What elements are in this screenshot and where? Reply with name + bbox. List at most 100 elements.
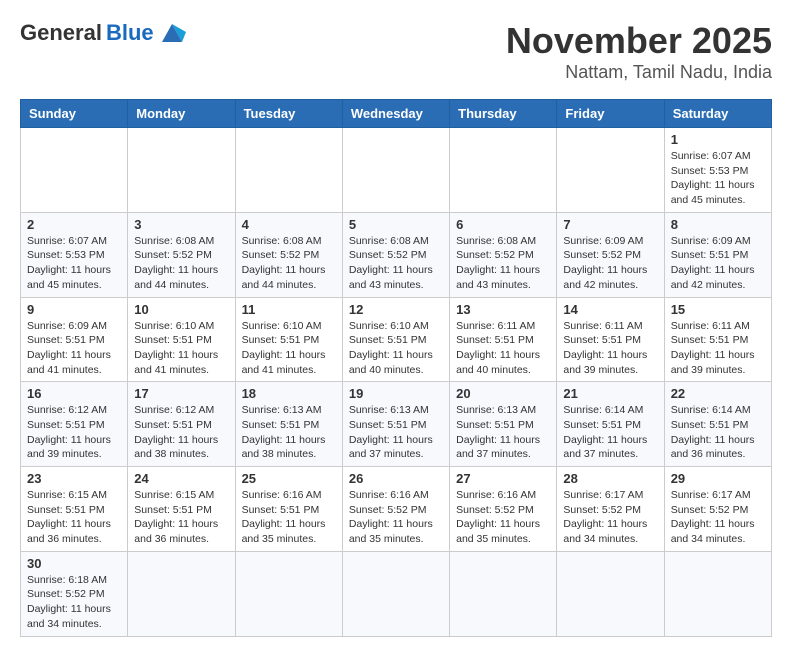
- calendar-cell: [450, 128, 557, 213]
- day-number: 13: [456, 302, 550, 317]
- calendar-cell: [557, 128, 664, 213]
- day-info: Sunrise: 6:07 AM Sunset: 5:53 PM Dayligh…: [671, 149, 765, 208]
- day-number: 4: [242, 217, 336, 232]
- calendar-cell: 21 Sunrise: 6:14 AM Sunset: 5:51 PM Dayli…: [557, 382, 664, 467]
- day-info: Sunrise: 6:12 AM Sunset: 5:51 PM Dayligh…: [27, 403, 121, 462]
- calendar-cell: 26 Sunrise: 6:16 AM Sunset: 5:52 PM Dayli…: [342, 467, 449, 552]
- calendar-cell: 7Sunrise: 6:09 AM Sunset: 5:52 PM Daylig…: [557, 212, 664, 297]
- weekday-header-wednesday: Wednesday: [342, 100, 449, 128]
- weekday-header-tuesday: Tuesday: [235, 100, 342, 128]
- weekday-header-row: SundayMondayTuesdayWednesdayThursdayFrid…: [21, 100, 772, 128]
- weekday-header-saturday: Saturday: [664, 100, 771, 128]
- calendar-cell: 15 Sunrise: 6:11 AM Sunset: 5:51 PM Dayli…: [664, 297, 771, 382]
- calendar-week-3: 9 Sunrise: 6:09 AM Sunset: 5:51 PM Daylig…: [21, 297, 772, 382]
- calendar-cell: [128, 551, 235, 636]
- day-number: 10: [134, 302, 228, 317]
- day-info: Sunrise: 6:13 AM Sunset: 5:51 PM Dayligh…: [242, 403, 336, 462]
- day-number: 1: [671, 132, 765, 147]
- day-info: Sunrise: 6:17 AM Sunset: 5:52 PM Dayligh…: [671, 488, 765, 547]
- day-info: Sunrise: 6:09 AM Sunset: 5:52 PM Dayligh…: [563, 234, 657, 293]
- calendar-cell: 22 Sunrise: 6:14 AM Sunset: 5:51 PM Dayli…: [664, 382, 771, 467]
- logo-general: General: [20, 20, 102, 46]
- calendar-cell: 25 Sunrise: 6:16 AM Sunset: 5:51 PM Dayli…: [235, 467, 342, 552]
- day-number: 14: [563, 302, 657, 317]
- day-number: 30: [27, 556, 121, 571]
- day-number: 8: [671, 217, 765, 232]
- day-info: Sunrise: 6:14 AM Sunset: 5:51 PM Dayligh…: [563, 403, 657, 462]
- day-number: 6: [456, 217, 550, 232]
- calendar-week-2: 2Sunrise: 6:07 AM Sunset: 5:53 PM Daylig…: [21, 212, 772, 297]
- day-info: Sunrise: 6:08 AM Sunset: 5:52 PM Dayligh…: [242, 234, 336, 293]
- day-number: 15: [671, 302, 765, 317]
- day-info: Sunrise: 6:17 AM Sunset: 5:52 PM Dayligh…: [563, 488, 657, 547]
- calendar-cell: [450, 551, 557, 636]
- day-info: Sunrise: 6:13 AM Sunset: 5:51 PM Dayligh…: [349, 403, 443, 462]
- calendar-cell: 16Sunrise: 6:12 AM Sunset: 5:51 PM Dayli…: [21, 382, 128, 467]
- day-number: 3: [134, 217, 228, 232]
- calendar-cell: [128, 128, 235, 213]
- calendar-week-1: 1 Sunrise: 6:07 AM Sunset: 5:53 PM Daylig…: [21, 128, 772, 213]
- calendar-cell: 2Sunrise: 6:07 AM Sunset: 5:53 PM Daylig…: [21, 212, 128, 297]
- calendar-cell: 9 Sunrise: 6:09 AM Sunset: 5:51 PM Daylig…: [21, 297, 128, 382]
- weekday-header-friday: Friday: [557, 100, 664, 128]
- day-number: 28: [563, 471, 657, 486]
- calendar-cell: 18 Sunrise: 6:13 AM Sunset: 5:51 PM Dayli…: [235, 382, 342, 467]
- calendar-cell: 30 Sunrise: 6:18 AM Sunset: 5:52 PM Dayli…: [21, 551, 128, 636]
- day-info: Sunrise: 6:10 AM Sunset: 5:51 PM Dayligh…: [134, 319, 228, 378]
- calendar-cell: 20 Sunrise: 6:13 AM Sunset: 5:51 PM Dayli…: [450, 382, 557, 467]
- day-number: 21: [563, 386, 657, 401]
- calendar-cell: [235, 128, 342, 213]
- weekday-header-sunday: Sunday: [21, 100, 128, 128]
- day-info: Sunrise: 6:13 AM Sunset: 5:51 PM Dayligh…: [456, 403, 550, 462]
- day-info: Sunrise: 6:12 AM Sunset: 5:51 PM Dayligh…: [134, 403, 228, 462]
- calendar-cell: 28 Sunrise: 6:17 AM Sunset: 5:52 PM Dayli…: [557, 467, 664, 552]
- day-info: Sunrise: 6:16 AM Sunset: 5:52 PM Dayligh…: [456, 488, 550, 547]
- day-number: 20: [456, 386, 550, 401]
- day-info: Sunrise: 6:14 AM Sunset: 5:51 PM Dayligh…: [671, 403, 765, 462]
- weekday-header-thursday: Thursday: [450, 100, 557, 128]
- day-number: 26: [349, 471, 443, 486]
- day-info: Sunrise: 6:09 AM Sunset: 5:51 PM Dayligh…: [671, 234, 765, 293]
- calendar-cell: [21, 128, 128, 213]
- calendar-cell: 12Sunrise: 6:10 AM Sunset: 5:51 PM Dayli…: [342, 297, 449, 382]
- calendar-cell: [664, 551, 771, 636]
- day-info: Sunrise: 6:08 AM Sunset: 5:52 PM Dayligh…: [456, 234, 550, 293]
- calendar-cell: 3 Sunrise: 6:08 AM Sunset: 5:52 PM Daylig…: [128, 212, 235, 297]
- day-number: 9: [27, 302, 121, 317]
- title-area: November 2025 Nattam, Tamil Nadu, India: [506, 20, 772, 83]
- day-number: 18: [242, 386, 336, 401]
- month-title: November 2025: [506, 20, 772, 62]
- day-number: 24: [134, 471, 228, 486]
- calendar-cell: 13Sunrise: 6:11 AM Sunset: 5:51 PM Dayli…: [450, 297, 557, 382]
- calendar-cell: [235, 551, 342, 636]
- day-info: Sunrise: 6:11 AM Sunset: 5:51 PM Dayligh…: [671, 319, 765, 378]
- calendar-cell: 27 Sunrise: 6:16 AM Sunset: 5:52 PM Dayli…: [450, 467, 557, 552]
- location-title: Nattam, Tamil Nadu, India: [506, 62, 772, 83]
- calendar-cell: 24Sunrise: 6:15 AM Sunset: 5:51 PM Dayli…: [128, 467, 235, 552]
- day-info: Sunrise: 6:16 AM Sunset: 5:52 PM Dayligh…: [349, 488, 443, 547]
- day-info: Sunrise: 6:18 AM Sunset: 5:52 PM Dayligh…: [27, 573, 121, 632]
- day-number: 25: [242, 471, 336, 486]
- page-header: General Blue November 2025 Nattam, Tamil…: [20, 20, 772, 83]
- calendar-cell: 14Sunrise: 6:11 AM Sunset: 5:51 PM Dayli…: [557, 297, 664, 382]
- day-number: 29: [671, 471, 765, 486]
- logo-icon: [158, 22, 186, 44]
- logo: General Blue: [20, 20, 186, 46]
- weekday-header-monday: Monday: [128, 100, 235, 128]
- day-info: Sunrise: 6:10 AM Sunset: 5:51 PM Dayligh…: [349, 319, 443, 378]
- day-info: Sunrise: 6:08 AM Sunset: 5:52 PM Dayligh…: [349, 234, 443, 293]
- calendar-cell: 8 Sunrise: 6:09 AM Sunset: 5:51 PM Daylig…: [664, 212, 771, 297]
- day-number: 27: [456, 471, 550, 486]
- day-info: Sunrise: 6:15 AM Sunset: 5:51 PM Dayligh…: [27, 488, 121, 547]
- calendar-cell: [557, 551, 664, 636]
- day-number: 11: [242, 302, 336, 317]
- day-info: Sunrise: 6:08 AM Sunset: 5:52 PM Dayligh…: [134, 234, 228, 293]
- day-info: Sunrise: 6:16 AM Sunset: 5:51 PM Dayligh…: [242, 488, 336, 547]
- calendar-cell: 4 Sunrise: 6:08 AM Sunset: 5:52 PM Daylig…: [235, 212, 342, 297]
- calendar-cell: 17Sunrise: 6:12 AM Sunset: 5:51 PM Dayli…: [128, 382, 235, 467]
- day-number: 22: [671, 386, 765, 401]
- calendar-cell: 23Sunrise: 6:15 AM Sunset: 5:51 PM Dayli…: [21, 467, 128, 552]
- day-info: Sunrise: 6:09 AM Sunset: 5:51 PM Dayligh…: [27, 319, 121, 378]
- calendar-table: SundayMondayTuesdayWednesdayThursdayFrid…: [20, 99, 772, 637]
- calendar-week-6: 30 Sunrise: 6:18 AM Sunset: 5:52 PM Dayli…: [21, 551, 772, 636]
